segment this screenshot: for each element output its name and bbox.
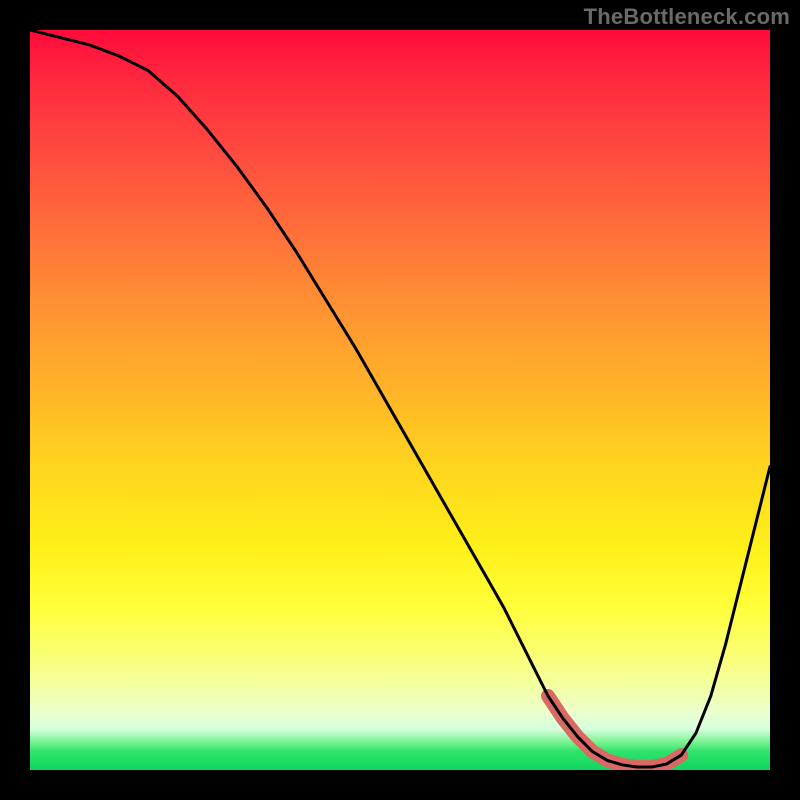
curve-path — [30, 30, 770, 770]
plot-area — [30, 30, 770, 770]
chart-frame: TheBottleneck.com — [0, 0, 800, 800]
watermark-label: TheBottleneck.com — [584, 4, 790, 30]
